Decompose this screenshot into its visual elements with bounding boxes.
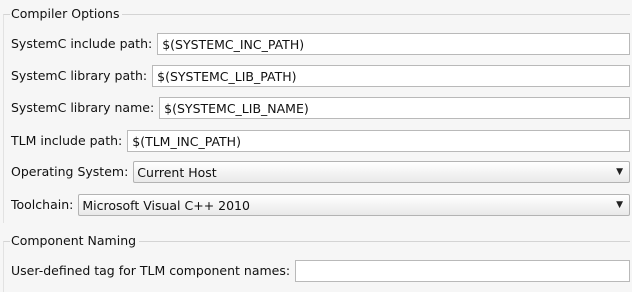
tlm-include-path-input[interactable] — [127, 130, 630, 152]
systemc-include-path-label: SystemC include path: — [11, 36, 153, 51]
systemc-library-path-label: SystemC library path: — [11, 68, 148, 83]
tlm-component-tag-label: User-defined tag for TLM component names… — [11, 263, 291, 278]
component-naming-group: Component Naming User-defined tag for TL… — [3, 233, 630, 292]
operating-system-row: Operating System: Current Host ▼ — [11, 160, 630, 184]
chevron-down-icon: ▼ — [616, 167, 623, 177]
tlm-component-tag-input[interactable] — [295, 260, 630, 282]
systemc-library-name-input[interactable] — [159, 97, 630, 119]
toolchain-select[interactable]: Microsoft Visual C++ 2010 ▼ — [78, 194, 630, 216]
component-naming-legend: Component Naming — [10, 233, 140, 249]
systemc-library-name-row: SystemC library name: — [11, 96, 630, 120]
systemc-library-name-label: SystemC library name: — [11, 100, 155, 115]
operating-system-select[interactable]: Current Host ▼ — [133, 161, 630, 183]
operating-system-label: Operating System: — [11, 164, 129, 179]
systemc-library-path-row: SystemC library path: — [11, 64, 630, 88]
toolchain-row: Toolchain: Microsoft Visual C++ 2010 ▼ — [11, 193, 630, 217]
systemc-include-path-input[interactable] — [157, 33, 630, 55]
toolchain-label: Toolchain: — [11, 197, 74, 212]
compiler-options-group: Compiler Options SystemC include path: S… — [3, 6, 630, 223]
toolchain-value: Microsoft Visual C++ 2010 — [82, 197, 250, 213]
compiler-options-legend: Compiler Options — [10, 6, 123, 22]
tlm-component-tag-row: User-defined tag for TLM component names… — [11, 259, 630, 283]
chevron-down-icon: ▼ — [616, 200, 623, 210]
systemc-include-path-row: SystemC include path: — [11, 32, 630, 56]
tlm-include-path-label: TLM include path: — [11, 133, 123, 148]
systemc-library-path-input[interactable] — [152, 65, 630, 87]
operating-system-value: Current Host — [137, 164, 217, 180]
tlm-include-path-row: TLM include path: — [11, 129, 630, 153]
